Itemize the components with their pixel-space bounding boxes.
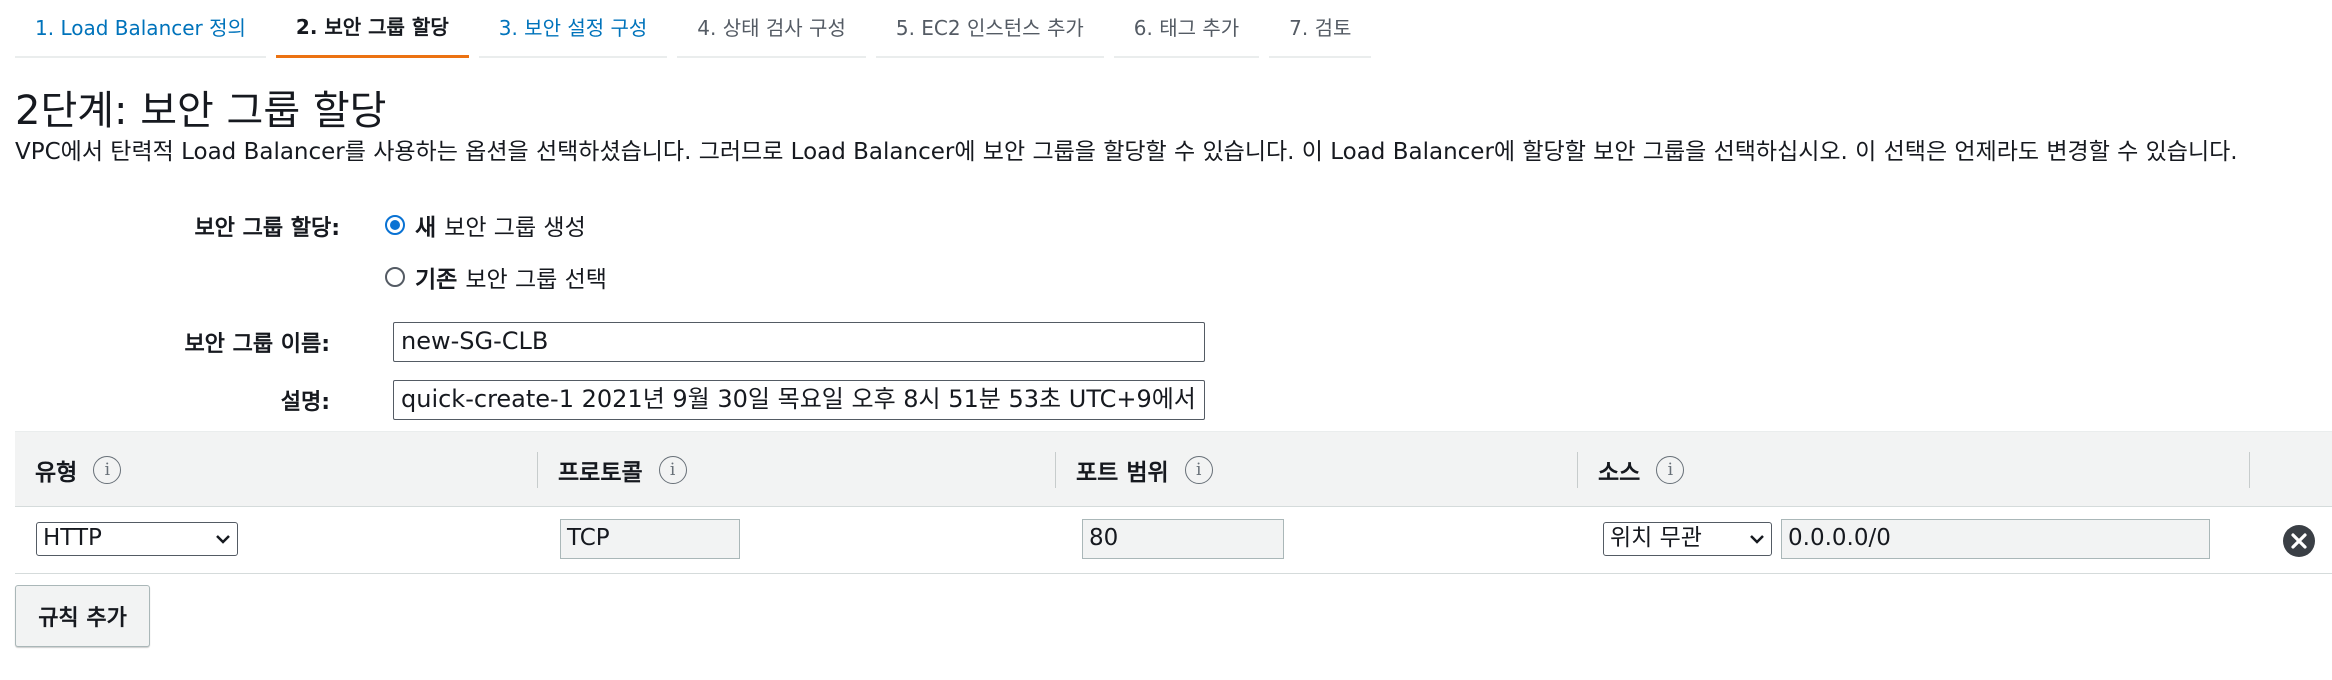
table-row: HTTP TCP 80 위치 무관 0.0.0.0/0	[15, 508, 2332, 574]
remove-rule-button[interactable]	[2283, 525, 2315, 557]
add-rule-button[interactable]: 규칙 추가	[15, 585, 150, 647]
radio-button-checked[interactable]	[385, 215, 405, 235]
info-icon[interactable]: i	[658, 456, 687, 484]
radio-option-new-bold: 새	[415, 215, 437, 241]
column-header-type: 유형 i	[15, 432, 122, 508]
radio-option-new-label: 보안 그룹 생성	[444, 215, 586, 241]
tab-add-tags: 6. 태그 추가	[1113, 0, 1260, 58]
column-divider	[2249, 452, 2250, 488]
info-icon[interactable]: i	[93, 456, 122, 484]
source-select[interactable]: 위치 무관	[1603, 522, 1772, 556]
chevron-down-icon	[216, 535, 230, 544]
column-header-protocol-label: 프로토콜	[558, 460, 643, 486]
column-header-source-label: 소스	[1598, 460, 1641, 486]
radio-create-new-security-group[interactable]: 새 보안 그룹 생성	[385, 208, 586, 242]
tab-define-load-balancer[interactable]: 1. Load Balancer 정의	[15, 0, 266, 58]
radio-select-existing-security-group[interactable]: 기존 보안 그룹 선택	[385, 260, 607, 294]
chevron-down-icon	[1750, 535, 1764, 544]
wizard-tabs: 1. Load Balancer 정의 2. 보안 그룹 할당 3. 보안 설정…	[15, 0, 1381, 58]
port-range-input: 80	[1082, 519, 1284, 559]
protocol-input: TCP	[560, 519, 740, 559]
page-title: 2단계: 보안 그룹 할당	[15, 88, 387, 134]
tab-configure-security-settings[interactable]: 3. 보안 설정 구성	[478, 0, 668, 58]
column-header-protocol: 프로토콜 i	[538, 432, 687, 508]
security-group-name-label: 보안 그룹 이름:	[184, 332, 330, 357]
radio-option-existing-bold: 기존	[415, 267, 458, 293]
info-icon[interactable]: i	[1184, 456, 1213, 484]
page-description: VPC에서 탄력적 Load Balancer를 사용하는 옵션을 선택하셨습니…	[15, 139, 2238, 165]
rules-table-header: 유형 i 프로토콜 i 포트 범위 i 소스 i	[15, 431, 2332, 507]
remove-circle-icon	[2291, 533, 2307, 549]
tab-add-ec2-instances: 5. EC2 인스턴스 추가	[875, 0, 1104, 58]
source-cidr-input[interactable]: 0.0.0.0/0	[1781, 519, 2210, 559]
description-label: 설명:	[280, 390, 330, 415]
column-header-source: 소스 i	[1578, 432, 1685, 508]
tab-configure-health-check: 4. 상태 검사 구성	[677, 0, 866, 58]
radio-option-existing-label: 보안 그룹 선택	[465, 267, 607, 293]
source-select-value: 위치 무관	[1610, 525, 1702, 551]
info-icon[interactable]: i	[1656, 456, 1685, 484]
tab-review: 7. 검토	[1269, 0, 1372, 58]
security-group-name-input[interactable]: new-SG-CLB	[393, 322, 1205, 362]
description-input[interactable]: quick-create-1 2021년 9월 30일 목요일 오후 8시 51…	[393, 380, 1205, 420]
radio-button-unchecked[interactable]	[385, 267, 405, 287]
type-select-value: HTTP	[43, 525, 102, 551]
column-header-port-range: 포트 범위 i	[1056, 432, 1213, 508]
tab-assign-security-groups[interactable]: 2. 보안 그룹 할당	[275, 0, 469, 58]
type-select[interactable]: HTTP	[36, 522, 238, 556]
column-header-port-range-label: 포트 범위	[1076, 460, 1169, 486]
column-header-type-label: 유형	[35, 460, 78, 486]
assign-security-group-label: 보안 그룹 할당:	[194, 216, 340, 241]
